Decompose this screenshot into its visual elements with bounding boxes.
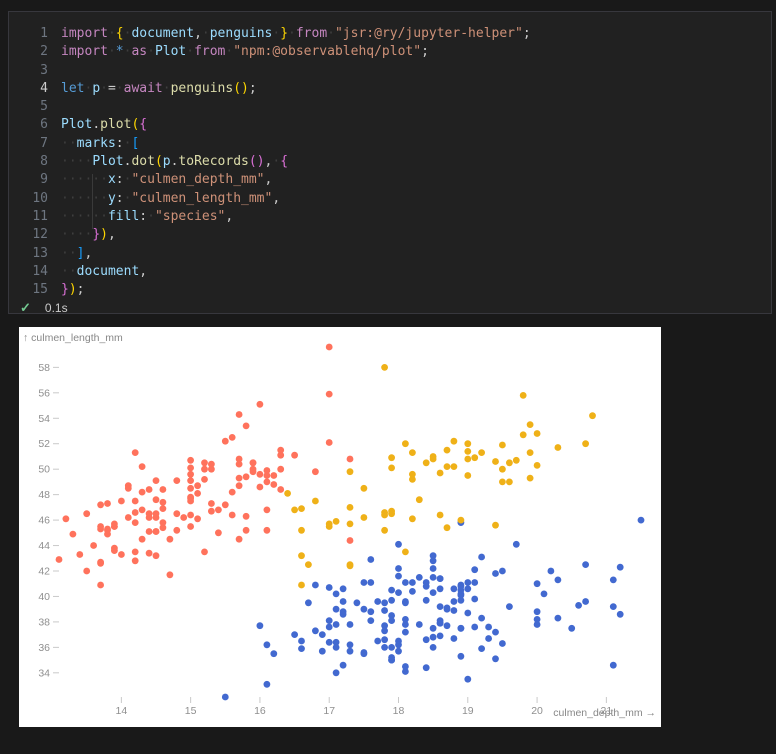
code-line[interactable]: 5 [9, 98, 771, 116]
series-Adelie [222, 517, 644, 701]
code-line[interactable]: 15}); [9, 281, 771, 299]
code-line[interactable]: 6 Plot.plot({ [9, 116, 771, 134]
line-number: 5 [9, 98, 48, 116]
notebook-code-cell[interactable]: 1 import·{·document,·penguins·}·from·"jsr… [8, 11, 772, 314]
svg-text:50: 50 [38, 464, 50, 476]
line-number: 1 [9, 25, 48, 43]
execution-time: 0.1s [45, 301, 68, 315]
code-text: import·{·document,·penguins·}·from·"jsr:… [61, 25, 531, 43]
svg-text:48: 48 [38, 489, 50, 501]
success-check-icon: ✓ [20, 301, 31, 314]
y-axis: 34 36 38 40 42 44 46 48 50 52 54 56 58 [38, 362, 59, 679]
svg-text:16: 16 [254, 705, 266, 717]
line-number: 13 [9, 245, 48, 263]
svg-text:40: 40 [38, 591, 50, 603]
code-line[interactable]: 2 import·*·as·Plot·from·"npm:@observableh… [9, 43, 771, 61]
code-text: Plot.plot({ [61, 116, 147, 134]
line-number: 7 [9, 135, 48, 153]
code-line[interactable]: 10 ······y:·"culmen_length_mm", [9, 190, 771, 208]
code-text: ······y:·"culmen_length_mm", [61, 190, 280, 208]
svg-text:14: 14 [116, 705, 128, 717]
svg-text:44: 44 [38, 540, 50, 552]
line-number: 12 [9, 226, 48, 244]
svg-text:36: 36 [38, 642, 50, 654]
svg-text:58: 58 [38, 362, 50, 374]
series-Chinstrap [284, 364, 596, 588]
code-line[interactable]: 14 ··document, [9, 263, 771, 281]
code-text: ··document, [61, 263, 147, 281]
series-Gentoo [56, 344, 354, 589]
code-text: ····}), [61, 226, 116, 244]
svg-text:54: 54 [38, 413, 50, 425]
svg-text:46: 46 [38, 515, 50, 527]
code-line[interactable]: 9······x:·"culmen_depth_mm", [9, 171, 771, 189]
code-text: ··marks:·[ [61, 135, 139, 153]
line-number: 10 [9, 190, 48, 208]
svg-text:19: 19 [462, 705, 474, 717]
line-number: 11 [9, 208, 48, 226]
line-number: 15 [9, 281, 48, 299]
code-line[interactable]: 12 ····}), [9, 226, 771, 244]
code-text: import·*·as·Plot·from·"npm:@observablehq… [61, 43, 429, 61]
code-text: ··], [61, 245, 92, 263]
svg-text:34: 34 [38, 667, 50, 679]
line-number: 14 [9, 263, 48, 281]
code-line[interactable]: 11 ······fill:·"species", [9, 208, 771, 226]
svg-text:42: 42 [38, 566, 50, 578]
x-axis: 14 15 16 17 18 19 20 21 [116, 697, 613, 717]
line-number: 9 [9, 171, 48, 189]
line-number: 8 [9, 153, 48, 171]
svg-text:17: 17 [323, 705, 335, 717]
scatter-plot: 34 36 38 40 42 44 46 48 50 52 54 56 58 14 15 16 17 18 19 20… [19, 327, 661, 727]
code-editor[interactable]: 1 import·{·document,·penguins·}·from·"jsr… [9, 12, 771, 299]
line-number: 4 [9, 80, 48, 98]
code-text: let·p·=·await·penguins(); [61, 80, 257, 98]
code-text: }); [61, 281, 84, 299]
svg-text:21: 21 [601, 705, 613, 717]
code-line[interactable]: 4 let·p·=·await·penguins(); [9, 80, 771, 98]
code-line[interactable]: 8 ····Plot.dot(p.toRecords(),·{ [9, 153, 771, 171]
svg-text:15: 15 [185, 705, 197, 717]
indent-guide [92, 174, 93, 229]
code-text: ······fill:·"species", [61, 208, 233, 226]
code-line[interactable]: 13 ··], [9, 245, 771, 263]
line-number: 2 [9, 43, 48, 61]
line-number: 3 [9, 62, 48, 80]
line-number: 6 [9, 116, 48, 134]
svg-text:20: 20 [531, 705, 543, 717]
svg-text:56: 56 [38, 387, 50, 399]
code-line[interactable]: 3 [9, 62, 771, 80]
code-line[interactable]: 1 import·{·document,·penguins·}·from·"jsr… [9, 25, 771, 43]
svg-text:52: 52 [38, 438, 50, 450]
cell-output-plot: ↑ culmen_length_mm culmen_depth_mm → 343… [19, 327, 661, 727]
code-line[interactable]: 7 ··marks:·[ [9, 135, 771, 153]
cell-execution-status: ✓ 0.1s [9, 299, 771, 316]
svg-text:18: 18 [393, 705, 405, 717]
svg-text:38: 38 [38, 616, 50, 628]
code-text: ····Plot.dot(p.toRecords(),·{ [61, 153, 288, 171]
